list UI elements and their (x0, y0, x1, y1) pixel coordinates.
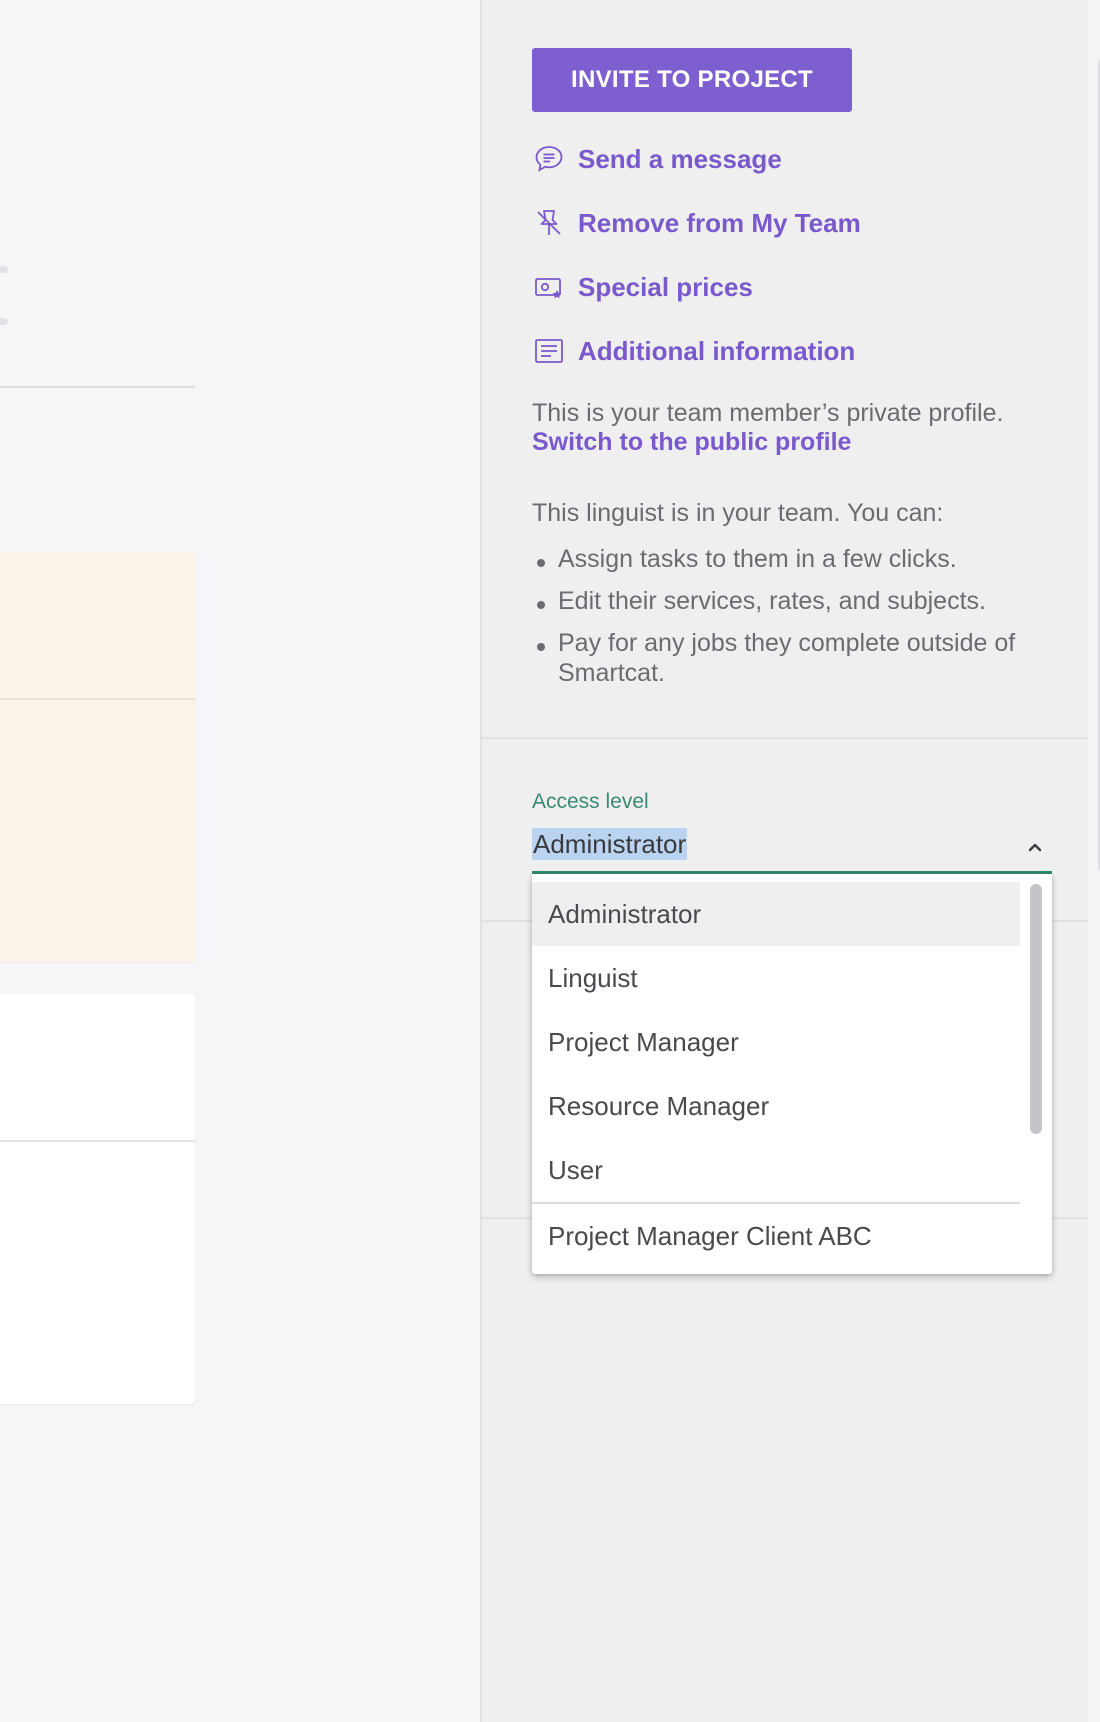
dropdown-option-resource-manager[interactable]: Resource Manager (532, 1074, 1020, 1138)
main-content-area (0, 0, 480, 1722)
send-message-label: Send a message (578, 143, 782, 174)
additional-information-link[interactable]: Additional information (532, 331, 855, 371)
team-capabilities-list: Assign tasks to them in a few clicks. Ed… (532, 544, 1072, 700)
list-item: Assign tasks to them in a few clicks. (532, 544, 1072, 574)
dropdown-option-administrator[interactable]: Administrator (532, 882, 1020, 946)
special-prices-link[interactable]: Special prices (532, 267, 753, 307)
chat-bubble-icon (532, 142, 566, 176)
content-divider (0, 386, 195, 388)
scroll-indicator (0, 266, 8, 273)
card-divider (0, 698, 195, 700)
switch-public-profile-link[interactable]: Switch to the public profile (532, 428, 851, 457)
scroll-indicator (0, 318, 8, 325)
access-level-select[interactable]: Administrator (532, 822, 1052, 874)
additional-information-label: Additional information (578, 335, 856, 366)
list-item: Edit their services, rates, and subjects… (532, 586, 1072, 616)
unpin-icon (532, 206, 566, 240)
info-card (0, 994, 195, 1404)
card-divider (0, 1140, 195, 1142)
dropdown-scrollbar[interactable] (1030, 884, 1042, 1134)
page-scrollbar-track (1088, 0, 1100, 1722)
remove-from-team-label: Remove from My Team (578, 207, 861, 238)
special-prices-label: Special prices (578, 271, 753, 302)
team-intro-text: This linguist is in your team. You can: (532, 499, 944, 527)
access-level-dropdown: Administrator Linguist Project Manager R… (532, 874, 1052, 1274)
dropdown-option-user[interactable]: User (532, 1138, 1020, 1202)
access-level-value: Administrator (532, 828, 688, 860)
highlighted-card (0, 552, 195, 962)
invite-to-project-button[interactable]: INVITE TO PROJECT (532, 48, 852, 112)
member-sidebar: INVITE TO PROJECT Send a message Remove … (480, 0, 1088, 1722)
private-profile-note: This is your team member’s private profi… (532, 399, 1004, 427)
dropdown-option-project-manager[interactable]: Project Manager (532, 1010, 1020, 1074)
notes-icon (532, 334, 566, 368)
dropdown-option-project-manager-client-abc[interactable]: Project Manager Client ABC (532, 1204, 1052, 1268)
price-tag-icon (532, 270, 566, 304)
section-divider (482, 737, 1088, 739)
page: INVITE TO PROJECT Send a message Remove … (0, 0, 1100, 1722)
list-item: Pay for any jobs they complete outside o… (532, 628, 1072, 688)
dropdown-option-linguist[interactable]: Linguist (532, 946, 1020, 1010)
access-level-label: Access level (532, 790, 649, 813)
chevron-up-icon[interactable] (1024, 836, 1046, 858)
remove-from-team-link[interactable]: Remove from My Team (532, 203, 861, 243)
send-message-link[interactable]: Send a message (532, 139, 782, 179)
